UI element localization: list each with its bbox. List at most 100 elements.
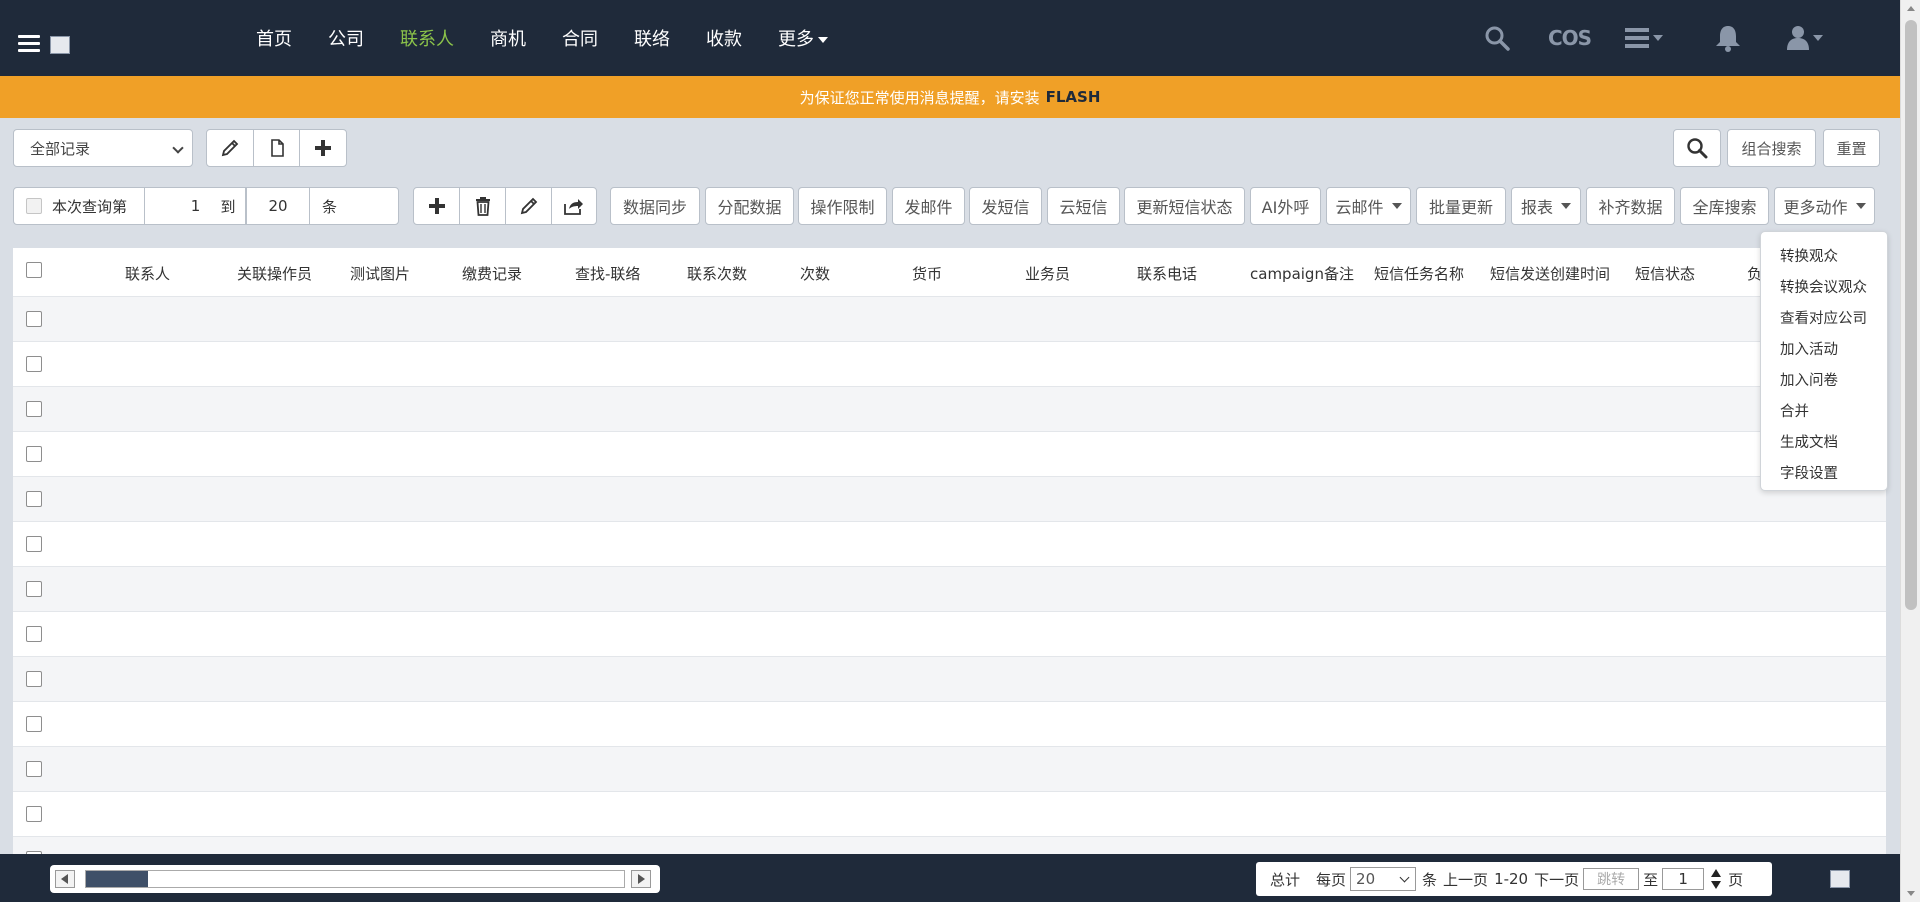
edit-view-button[interactable] — [207, 130, 254, 166]
vertical-scrollbar[interactable] — [1900, 0, 1920, 902]
batch-update-button[interactable]: 批量更新 — [1416, 187, 1506, 225]
table-row[interactable] — [13, 521, 1886, 566]
banner-highlight[interactable]: FLASH — [1046, 88, 1101, 106]
table-row[interactable] — [13, 566, 1886, 611]
row-checkbox[interactable] — [26, 356, 42, 372]
column-header[interactable]: 短信发送创建时间 — [1490, 263, 1610, 284]
add-record-button[interactable] — [414, 188, 460, 224]
combo-search-button[interactable]: 组合搜索 — [1727, 129, 1816, 167]
horizontal-scrollbar[interactable] — [50, 865, 660, 893]
column-header[interactable]: 次数 — [800, 263, 830, 284]
send-email-button[interactable]: 发邮件 — [892, 187, 965, 225]
table-row[interactable] — [13, 611, 1886, 656]
row-checkbox[interactable] — [26, 581, 42, 597]
row-checkbox[interactable] — [26, 401, 42, 417]
ai-call-button[interactable]: AI外呼 — [1250, 187, 1321, 225]
data-sync-button[interactable]: 数据同步 — [610, 187, 700, 225]
cos-icon[interactable]: COS — [1548, 0, 1592, 76]
scroll-thumb[interactable] — [1905, 20, 1917, 610]
view-select[interactable]: 全部记录 — [13, 129, 193, 167]
column-header[interactable]: 短信状态 — [1635, 263, 1695, 284]
column-header[interactable]: 联系电话 — [1137, 263, 1197, 284]
range-to-input[interactable]: 20 — [246, 188, 310, 224]
row-checkbox[interactable] — [26, 806, 42, 822]
menu-item-add-to-survey[interactable]: 加入问卷 — [1761, 364, 1887, 395]
nav-item-opportunities[interactable]: 商机 — [490, 25, 526, 51]
spinner-arrows-icon[interactable] — [1710, 868, 1722, 890]
menu-item-field-settings[interactable]: 字段设置 — [1761, 457, 1887, 488]
select-all-checkbox[interactable] — [26, 262, 42, 278]
report-button[interactable]: 报表 — [1511, 187, 1581, 225]
logo-image[interactable] — [50, 36, 70, 54]
column-header[interactable]: 联系次数 — [687, 263, 747, 284]
table-row[interactable] — [13, 431, 1886, 476]
add-view-button[interactable] — [300, 130, 346, 166]
nav-item-home[interactable]: 首页 — [256, 25, 292, 51]
per-page-select[interactable]: 20 — [1350, 867, 1417, 891]
range-checkbox[interactable] — [26, 198, 42, 214]
table-row[interactable] — [13, 476, 1886, 521]
row-checkbox[interactable] — [26, 446, 42, 462]
table-row[interactable] — [13, 836, 1886, 854]
scroll-down-icon[interactable] — [1907, 891, 1915, 896]
row-checkbox[interactable] — [26, 716, 42, 732]
menu-item-convert-audience[interactable]: 转换观众 — [1761, 240, 1887, 271]
table-row[interactable] — [13, 701, 1886, 746]
menu-item-convert-meeting-audience[interactable]: 转换会议观众 — [1761, 271, 1887, 302]
bell-icon[interactable] — [1713, 0, 1743, 76]
edit-record-button[interactable] — [506, 188, 552, 224]
column-header[interactable]: 业务员 — [1025, 263, 1070, 284]
cloud-sms-button[interactable]: 云短信 — [1047, 187, 1120, 225]
table-row[interactable] — [13, 746, 1886, 791]
op-limit-button[interactable]: 操作限制 — [798, 187, 887, 225]
update-sms-status-button[interactable]: 更新短信状态 — [1124, 187, 1245, 225]
column-header[interactable]: 联系人 — [125, 263, 170, 284]
column-header[interactable]: 缴费记录 — [462, 263, 522, 284]
table-row[interactable] — [13, 791, 1886, 836]
jump-page-input[interactable]: 跳转 — [1583, 868, 1640, 890]
search-button[interactable] — [1673, 129, 1721, 167]
row-checkbox[interactable] — [26, 491, 42, 507]
next-page-link[interactable]: 下一页 — [1534, 869, 1579, 890]
scroll-up-icon[interactable] — [1907, 6, 1915, 11]
copy-view-button[interactable] — [254, 130, 300, 166]
list-menu-icon[interactable] — [1625, 0, 1667, 76]
send-sms-button[interactable]: 发短信 — [969, 187, 1042, 225]
nav-item-more[interactable]: 更多 — [778, 25, 828, 51]
table-row[interactable] — [13, 386, 1886, 431]
column-header[interactable]: 货币 — [912, 263, 942, 284]
assign-data-button[interactable]: 分配数据 — [705, 187, 794, 225]
global-search-button[interactable]: 全库搜索 — [1680, 187, 1769, 225]
menu-item-add-to-event[interactable]: 加入活动 — [1761, 333, 1887, 364]
scroll-thumb[interactable] — [86, 871, 148, 887]
column-header[interactable]: 测试图片 — [350, 263, 410, 284]
share-record-button[interactable] — [552, 188, 596, 224]
table-row[interactable] — [13, 296, 1886, 341]
menu-item-merge[interactable]: 合并 — [1761, 395, 1887, 426]
fill-data-button[interactable]: 补齐数据 — [1586, 187, 1675, 225]
search-icon[interactable] — [1484, 0, 1510, 76]
prev-page-link[interactable]: 上一页 — [1443, 869, 1488, 890]
table-row[interactable] — [13, 341, 1886, 386]
delete-record-button[interactable] — [460, 188, 506, 224]
user-menu-icon[interactable] — [1786, 0, 1828, 76]
row-checkbox[interactable] — [26, 536, 42, 552]
reset-button[interactable]: 重置 — [1823, 129, 1880, 167]
column-header[interactable]: 查找-联络 — [575, 263, 640, 284]
menu-item-generate-doc[interactable]: 生成文档 — [1761, 426, 1887, 457]
menu-item-view-company[interactable]: 查看对应公司 — [1761, 302, 1887, 333]
row-checkbox[interactable] — [26, 761, 42, 777]
nav-item-communications[interactable]: 联络 — [634, 25, 670, 51]
menu-icon[interactable] — [18, 35, 40, 53]
nav-item-contracts[interactable]: 合同 — [562, 25, 598, 51]
row-checkbox[interactable] — [26, 671, 42, 687]
column-header[interactable]: 关联操作员 — [237, 263, 312, 284]
nav-item-company[interactable]: 公司 — [328, 25, 364, 51]
more-actions-button[interactable]: 更多动作 — [1774, 187, 1875, 225]
cloud-email-button[interactable]: 云邮件 — [1326, 187, 1411, 225]
column-header[interactable]: campaign备注 — [1250, 263, 1354, 284]
row-checkbox[interactable] — [26, 626, 42, 642]
scroll-left-icon[interactable] — [55, 870, 75, 888]
column-header[interactable]: 短信任务名称 — [1374, 263, 1464, 284]
scroll-right-icon[interactable] — [631, 870, 651, 888]
